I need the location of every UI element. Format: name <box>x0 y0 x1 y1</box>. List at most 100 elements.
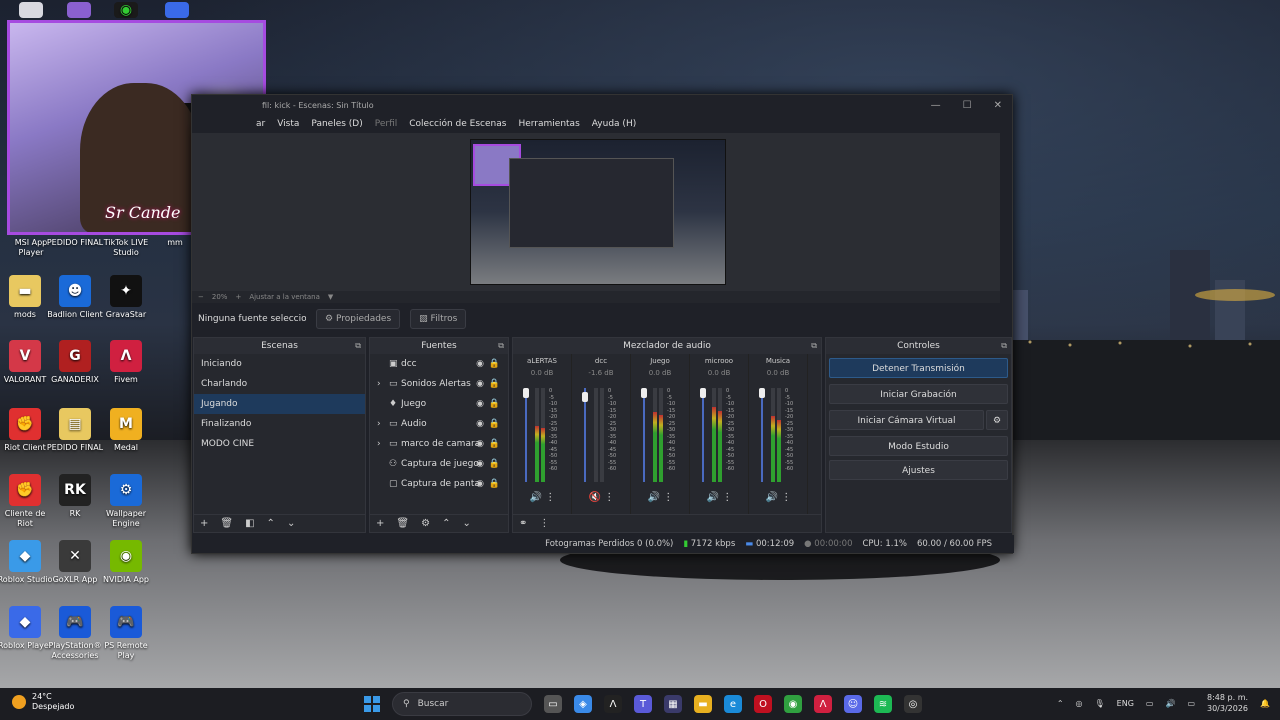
copilot-icon[interactable]: ◈ <box>574 695 592 713</box>
eye-icon[interactable]: ◉ <box>476 474 484 494</box>
minimize-icon[interactable]: — <box>931 100 941 111</box>
source-item[interactable]: ♦ Juego ◉ 🔒 <box>370 394 508 414</box>
stop-stream-button[interactable]: Detener Transmisión <box>829 358 1008 378</box>
fader-handle[interactable] <box>582 392 588 403</box>
desktop-icon[interactable]: ☻ Badlion Client <box>46 275 104 320</box>
undock-icon[interactable]: ⧉ <box>1001 338 1007 354</box>
opera-icon[interactable]: O <box>754 695 772 713</box>
undock-icon[interactable]: ⧉ <box>498 338 504 354</box>
move-up-icon[interactable]: ⌃ <box>267 518 275 529</box>
speaker-icon[interactable]: 🔊 <box>648 492 660 503</box>
preview-canvas[interactable] <box>192 133 1000 291</box>
obs-window[interactable]: fil: kick - Escenas: Sin Título — ☐ ✕ ar… <box>191 94 1014 554</box>
notification-icon[interactable]: 🔔 <box>1260 699 1270 708</box>
filter-icon[interactable]: ◧ <box>245 518 254 529</box>
desktop-icon[interactable]: ⚙ Wallpaper Engine <box>97 474 155 529</box>
desktop-icon-top-3[interactable]: ◉ <box>97 2 155 21</box>
lock-icon[interactable]: 🔒 <box>489 414 500 434</box>
eye-icon[interactable]: ◉ <box>476 374 484 394</box>
advanced-audio-icon[interactable]: ⚭ <box>519 518 527 529</box>
close-icon[interactable]: ✕ <box>994 100 1002 111</box>
network-icon[interactable]: ▭ <box>1146 699 1154 708</box>
expand-icon[interactable]: › <box>377 434 389 454</box>
source-item[interactable]: › ▭ Sonidos Alertas ◉ 🔒 <box>370 374 508 394</box>
chrome-icon[interactable]: ◉ <box>784 695 802 713</box>
source-item[interactable]: › ▭ Audio ◉ 🔒 <box>370 414 508 434</box>
zoom-in-button[interactable]: + <box>235 293 241 301</box>
menu-ayuda[interactable]: Ayuda (H) <box>592 119 636 129</box>
lock-icon[interactable]: 🔒 <box>489 434 500 454</box>
battery-icon[interactable]: ▭ <box>1187 699 1195 708</box>
more-options-icon[interactable]: ⋮ <box>601 492 614 503</box>
desktop-icon[interactable]: G GANADERIX <box>46 340 104 385</box>
desktop-icon[interactable]: Λ Fivem <box>97 340 155 385</box>
add-icon[interactable]: + <box>376 518 384 529</box>
speaker-icon[interactable]: 🔊 <box>707 492 719 503</box>
clock[interactable]: 8:48 p. m. 30/3/2026 <box>1207 692 1248 714</box>
file-explorer-icon[interactable]: ▬ <box>694 695 712 713</box>
undock-icon[interactable]: ⧉ <box>355 338 361 354</box>
eye-icon[interactable]: ◉ <box>476 394 484 414</box>
desktop-icon[interactable]: 🎮 PS Remote Play <box>97 606 155 661</box>
vcam-settings-icon[interactable]: ⚙ <box>986 410 1008 430</box>
language-indicator[interactable]: ENG <box>1117 699 1134 708</box>
volume-fader[interactable] <box>700 388 706 482</box>
more-options-icon[interactable]: ⋮ <box>778 492 791 503</box>
desktop-icon[interactable]: ✦ GravaStar <box>97 275 155 320</box>
gear-icon[interactable]: ⚙ <box>421 518 430 529</box>
volume-icon[interactable]: 🔊 <box>1165 699 1175 708</box>
expand-icon[interactable]: › <box>377 374 389 394</box>
desktop-icon[interactable]: ◉ NVIDIA App <box>97 540 155 585</box>
menu-perfil[interactable]: Perfil <box>375 119 398 129</box>
app-icon[interactable]: Λ <box>604 695 622 713</box>
desktop-icon[interactable]: ✕ GoXLR App <box>46 540 104 585</box>
eye-icon[interactable]: ◉ <box>476 354 484 374</box>
properties-button[interactable]: ⚙ Propiedades <box>316 309 401 329</box>
expand-icon[interactable]: › <box>377 414 389 434</box>
menu-archivo[interactable]: ar <box>256 119 265 129</box>
fader-handle[interactable] <box>759 388 765 398</box>
volume-fader[interactable] <box>641 388 647 482</box>
speaker-icon[interactable]: 🔊 <box>766 492 778 503</box>
weather-widget[interactable]: 24°C Despejado <box>12 692 74 712</box>
lock-icon[interactable]: 🔒 <box>489 394 500 414</box>
scene-item[interactable]: Charlando <box>194 374 365 394</box>
obs-icon[interactable]: ◎ <box>904 695 922 713</box>
move-down-icon[interactable]: ⌄ <box>462 518 470 529</box>
volume-fader[interactable] <box>759 388 765 482</box>
eye-icon[interactable]: ◉ <box>476 414 484 434</box>
undock-icon[interactable]: ⧉ <box>811 338 817 354</box>
tray-app-icon[interactable]: ◎ <box>1076 699 1083 708</box>
menu-paneles[interactable]: Paneles (D) <box>311 119 362 129</box>
desktop-icon[interactable]: ▤PEDIDO FINAL <box>46 408 104 453</box>
spotify-icon[interactable]: ≋ <box>874 695 892 713</box>
desktop-icon[interactable]: M Medal <box>97 408 155 453</box>
settings-button[interactable]: Ajustes <box>829 460 1008 480</box>
scene-item[interactable]: Finalizando <box>194 414 365 434</box>
volume-fader[interactable] <box>582 388 588 482</box>
fader-handle[interactable] <box>641 388 647 398</box>
lock-icon[interactable]: 🔒 <box>489 374 500 394</box>
lock-icon[interactable]: 🔒 <box>489 474 500 494</box>
zoom-fit-button[interactable]: Ajustar a la ventana <box>249 293 320 301</box>
more-options-icon[interactable]: ⋮ <box>719 492 732 503</box>
muted-speaker-icon[interactable]: 🔇 <box>589 492 601 503</box>
source-item[interactable]: ▢Captura de pantalla◉🔒 <box>370 474 508 494</box>
fader-handle[interactable] <box>523 388 529 398</box>
start-record-button[interactable]: Iniciar Grabación <box>829 384 1008 404</box>
start-vcam-button[interactable]: Iniciar Cámara Virtual <box>829 410 984 430</box>
zoom-out-button[interactable]: − <box>198 293 204 301</box>
taskbar-search[interactable]: ⚲ Buscar <box>392 692 532 716</box>
teams-icon[interactable]: T <box>634 695 652 713</box>
source-item[interactable]: ▣ dcc ◉ 🔒 <box>370 354 508 374</box>
zoom-dropdown-icon[interactable]: ▼ <box>328 293 333 301</box>
desktop-icon[interactable]: RK RK <box>46 474 104 519</box>
desktop-icon[interactable]: ▤PEDIDO FINAL <box>46 238 104 248</box>
menu-vista[interactable]: Vista <box>277 119 299 129</box>
source-item[interactable]: ⚇ Captura de juego ◉ 🔒 <box>370 454 508 474</box>
move-up-icon[interactable]: ⌃ <box>442 518 450 529</box>
add-icon[interactable]: + <box>200 518 208 529</box>
more-options-icon[interactable]: ⋮ <box>539 518 549 529</box>
fader-handle[interactable] <box>700 388 706 398</box>
lock-icon[interactable]: 🔒 <box>489 454 500 474</box>
